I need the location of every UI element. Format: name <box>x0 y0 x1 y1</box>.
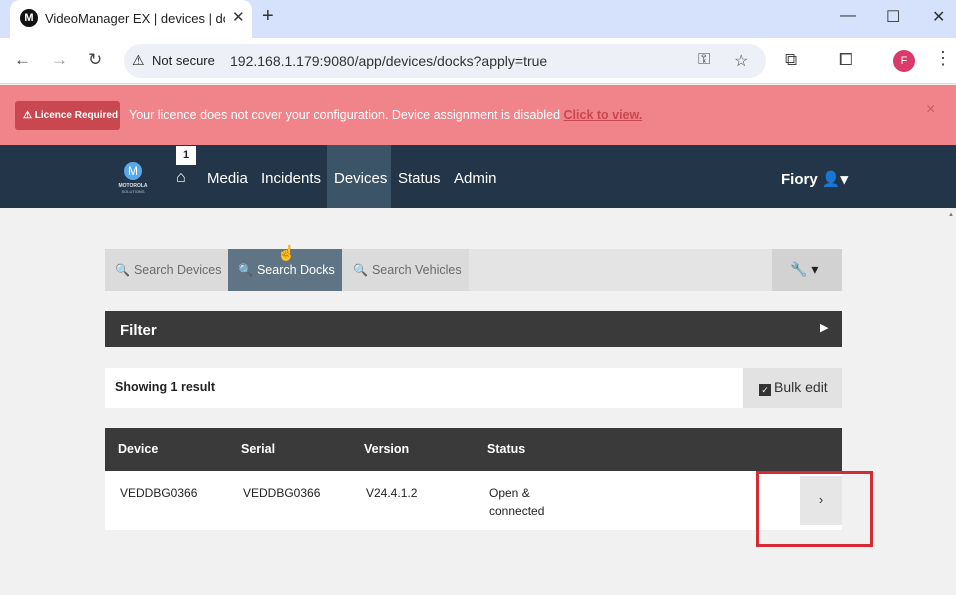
browser-menu-icon[interactable]: ⋮ <box>934 48 952 69</box>
licence-message-text: Your licence does not cover your configu… <box>129 108 564 122</box>
licence-view-link[interactable]: Click to view. <box>564 108 643 122</box>
page-scrollbar[interactable] <box>947 208 956 595</box>
highlight-box <box>756 471 873 547</box>
results-bar: Showing 1 result ✓ Bulk edit <box>105 368 842 408</box>
home-icon[interactable]: ⌂ <box>176 169 186 187</box>
tab-search-devices[interactable]: 🔍 Search Devices <box>105 249 228 291</box>
tab-search-vehicles-label: Search Vehicles <box>371 263 462 277</box>
back-icon[interactable]: ← <box>14 50 31 70</box>
search-icon: 🔍 <box>115 263 130 277</box>
column-version[interactable]: Version <box>364 442 409 456</box>
table-header: Device Serial Version Status <box>105 428 842 471</box>
tools-dropdown-button[interactable]: 🔧 ▾ <box>772 249 842 291</box>
cell-serial: VEDDBG0366 <box>243 486 321 500</box>
nav-incidents[interactable]: Incidents <box>255 145 327 208</box>
cast-icon[interactable]: ⧠ <box>839 50 853 70</box>
search-icon: 🔍 <box>353 263 368 277</box>
cell-version: V24.4.1.2 <box>366 486 418 500</box>
profile-avatar[interactable]: F <box>893 50 915 72</box>
cell-device: VEDDBG0366 <box>120 486 198 500</box>
licence-required-badge: ⚠ Licence Required <box>15 101 120 130</box>
browser-tab[interactable]: M VideoManager EX | devices | do ✕ <box>10 0 252 38</box>
search-icon: 🔍 <box>238 263 253 277</box>
tab-close-icon[interactable]: ✕ <box>232 8 245 26</box>
status-line-1: Open & <box>489 486 530 500</box>
warning-icon[interactable]: ⚠ <box>132 52 145 69</box>
column-serial[interactable]: Serial <box>241 442 275 456</box>
nav-status[interactable]: Status <box>392 145 447 208</box>
banner-close-icon[interactable]: × <box>926 101 935 119</box>
checkbox-icon: ✓ <box>759 384 771 396</box>
filter-panel-header[interactable]: Filter ▶ <box>105 311 842 347</box>
tab-search-vehicles[interactable]: 🔍 Search Vehicles <box>342 249 469 291</box>
tab-search-devices-label: Search Devices <box>133 263 222 277</box>
favicon-icon: M <box>20 9 38 27</box>
nav-admin[interactable]: Admin <box>448 145 503 208</box>
expand-arrow-icon[interactable]: ▶ <box>820 321 828 334</box>
licence-banner: ⚠ Licence Required Your licence does not… <box>0 85 956 145</box>
notification-badge: 1 <box>176 146 196 165</box>
tab-search-docks-label: Search Docks <box>256 263 335 277</box>
licence-message: Your licence does not cover your configu… <box>129 108 642 122</box>
address-bar[interactable]: ⚠ Not secure 192.168.1.179:9080/app/devi… <box>124 44 766 78</box>
maximize-icon[interactable]: ☐ <box>886 7 900 27</box>
motorola-logo[interactable]: M MOTOROLA SOLUTIONS <box>112 162 154 194</box>
column-status[interactable]: Status <box>487 442 525 456</box>
nav-devices[interactable]: Devices <box>327 145 391 208</box>
minimize-icon[interactable]: — <box>840 7 856 25</box>
search-tabs-bar: 🔍 Search Devices 🔍 Search Docks 🔍 Search Ve… <box>105 249 842 291</box>
forward-icon[interactable]: → <box>51 50 68 70</box>
url-text[interactable]: 192.168.1.179:9080/app/devices/docks?app… <box>230 53 547 69</box>
app-navbar: M MOTOROLA SOLUTIONS 1 ⌂ Media Incidents… <box>0 145 956 208</box>
bulk-edit-button[interactable]: ✓ Bulk edit <box>743 368 842 408</box>
mouse-cursor-icon: ☝ <box>277 245 296 262</box>
results-summary: Showing 1 result <box>115 380 216 394</box>
password-key-icon[interactable]: ⚿ <box>698 51 710 69</box>
status-line-2: connected <box>489 504 545 518</box>
browser-toolbar: ← → ↻ ⚠ Not secure 192.168.1.179:9080/ap… <box>0 38 956 84</box>
bulk-edit-label: Bulk edit <box>774 379 828 395</box>
extensions-icon[interactable]: ⧉ <box>785 50 797 70</box>
browser-tabstrip: M VideoManager EX | devices | do ✕ + — ☐… <box>0 0 956 38</box>
bookmark-star-icon[interactable]: ☆ <box>734 51 748 71</box>
security-label[interactable]: Not secure <box>152 53 215 68</box>
new-tab-icon[interactable]: + <box>262 5 274 28</box>
column-device[interactable]: Device <box>118 442 158 456</box>
cell-status: Open & connected <box>489 484 544 520</box>
window-close-icon[interactable]: ✕ <box>932 7 945 27</box>
docks-table: Device Serial Version Status VEDDBG0366 … <box>105 428 842 530</box>
user-menu[interactable]: Fiory 👤▾ <box>781 170 848 188</box>
reload-icon[interactable]: ↻ <box>88 50 102 70</box>
motorola-logo-icon: M <box>124 162 142 180</box>
logo-subtext: SOLUTIONS <box>121 189 145 194</box>
scroll-up-icon[interactable]: ▲ <box>948 212 954 218</box>
filter-title: Filter <box>120 322 157 339</box>
table-row[interactable]: VEDDBG0366 VEDDBG0366 V24.4.1.2 Open & c… <box>105 471 842 530</box>
tab-title: VideoManager EX | devices | do <box>45 11 225 26</box>
nav-media[interactable]: Media <box>201 145 254 208</box>
